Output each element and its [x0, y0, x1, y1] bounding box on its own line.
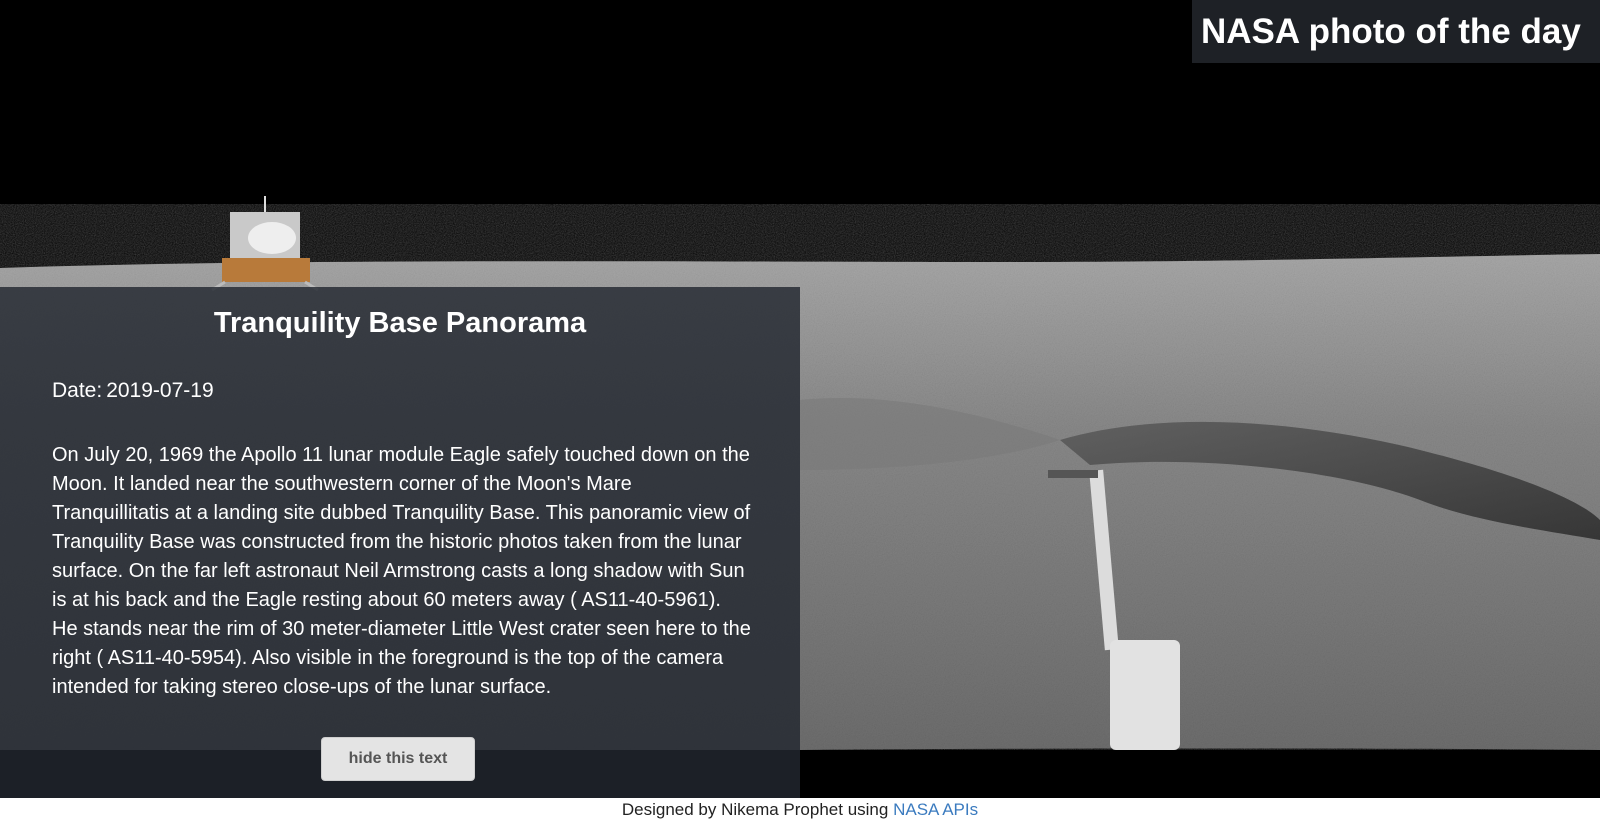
page: NASA photo of the day Tranquility Base P…	[0, 0, 1600, 822]
footer-credit: Designed by Nikema Prophet using	[621, 800, 889, 819]
apod-date: Date: 2019-07-19	[52, 378, 214, 404]
apod-title: Tranquility Base Panorama	[213, 307, 587, 339]
hide-text-button[interactable]: hide this text	[321, 737, 475, 781]
date-value: 2019-07-19	[106, 379, 214, 402]
nasa-apis-link[interactable]: NASA APIs	[893, 800, 978, 819]
date-label: Date:	[52, 379, 103, 402]
site-title: NASA photo of the day	[1192, 0, 1600, 63]
apod-info-panel: Tranquility Base Panorama Date: 2019-07-1…	[0, 287, 800, 798]
footer: Designed by Nikema Prophet using NASA AP…	[0, 798, 1600, 822]
hero-photo-area: NASA photo of the day Tranquility Base P…	[0, 0, 1600, 798]
apod-explanation: On July 20, 1969 the Apollo 11 lunar mod…	[52, 444, 751, 698]
